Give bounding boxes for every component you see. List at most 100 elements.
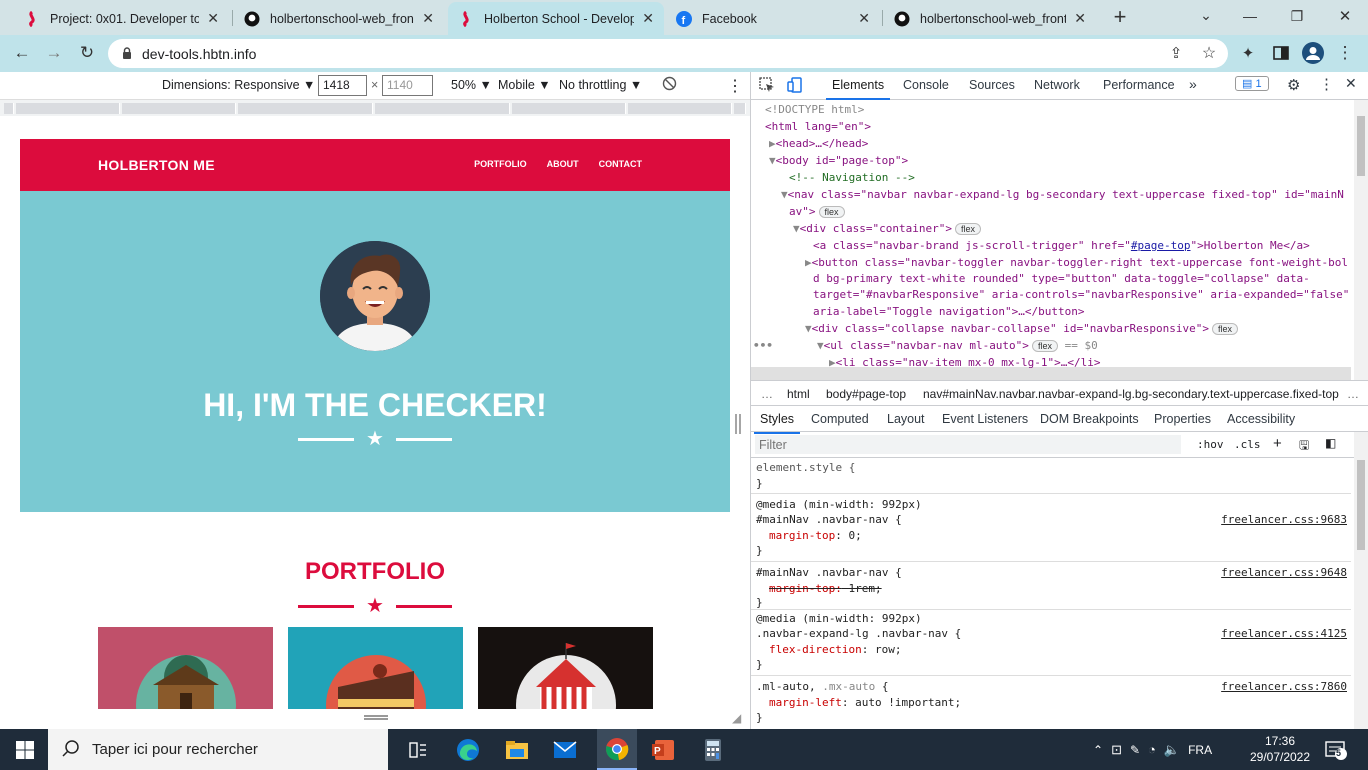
breadcrumb-html[interactable]: html (787, 387, 810, 401)
styles-scrollbar[interactable] (1354, 432, 1368, 729)
browser-tab-active[interactable]: Holberton School - Develope ✕ (448, 2, 664, 35)
tab-elements[interactable]: Elements (825, 78, 891, 100)
rule-selector[interactable]: .navbar-expand-lg .navbar-nav { (756, 627, 961, 640)
taskbar-clock[interactable]: 17:36 29/07/2022 (1248, 733, 1312, 765)
styles-filter-input[interactable] (755, 435, 1181, 454)
css-declaration[interactable]: margin-left: auto !important; (769, 696, 961, 709)
close-tab-icon[interactable]: ✕ (207, 10, 219, 27)
expand-arrow-icon[interactable]: ▶ (829, 356, 836, 369)
portfolio-item-cabin[interactable] (98, 627, 273, 709)
tab-sources[interactable]: Sources (969, 78, 1015, 92)
browser-tab[interactable]: f Facebook ✕ (666, 2, 880, 35)
css-declaration-overridden[interactable]: margin-top: 1rem; (769, 582, 882, 595)
browser-tab[interactable]: holbertonschool-web_front_e ✕ (234, 2, 444, 35)
network-status-icon[interactable]: ⊡ (1111, 742, 1122, 758)
bookmark-star-icon[interactable]: ☆ (1197, 41, 1221, 65)
dom-row-ellipsis[interactable]: ••• (753, 339, 773, 352)
throttling-select[interactable]: No throttling ▼ (559, 78, 642, 92)
tab-network[interactable]: Network (1034, 78, 1080, 92)
corner-resize-handle[interactable]: ◢ (732, 711, 741, 725)
dimensions-select[interactable]: Dimensions: Responsive ▼ (162, 78, 315, 92)
browser-tab[interactable]: Project: 0x01. Developer tool ✕ (14, 2, 229, 35)
inspect-element-icon[interactable] (759, 77, 775, 96)
dom-nav-node-cont[interactable]: av"> flex (789, 205, 845, 218)
subtab-dom-breakpoints[interactable]: DOM Breakpoints (1040, 412, 1139, 426)
extensions-icon[interactable]: ✦ (1236, 41, 1260, 65)
dom-nav-node[interactable]: ▼<nav class="navbar navbar-expand-lg bg-… (781, 188, 1344, 201)
flex-badge[interactable]: flex (1211, 323, 1238, 335)
expand-arrow-icon[interactable]: ▶ (769, 137, 776, 150)
browser-menu-icon[interactable]: ⋮ (1333, 41, 1357, 65)
subtab-event-listeners[interactable]: Event Listeners (942, 412, 1028, 426)
subtab-styles[interactable]: Styles (753, 412, 801, 434)
viewport-width-input[interactable]: 1418 (318, 75, 367, 96)
source-link[interactable]: freelancer.css:4125 (1221, 627, 1347, 640)
volume-icon[interactable]: 🔈 (1164, 742, 1180, 758)
subtab-layout[interactable]: Layout (887, 412, 925, 426)
new-rule-icon[interactable]: + (1273, 435, 1282, 452)
share-icon[interactable]: ⇪ (1164, 41, 1188, 65)
dom-container-node[interactable]: ▼<div class="container"> flex (793, 222, 981, 235)
dom-li-node[interactable]: ▶<li class="nav-item mx-0 mx-lg-1">…</li… (829, 356, 1101, 369)
css-declaration[interactable]: margin-top: 0; (769, 529, 862, 542)
device-toggle-icon[interactable] (787, 77, 803, 96)
collapse-arrow-icon[interactable]: ▼ (793, 222, 800, 235)
close-devtools-icon[interactable]: ✕ (1345, 75, 1357, 92)
site-brand-link[interactable]: HOLBERTON ME (98, 157, 215, 173)
breadcrumb-scroll-right[interactable]: … (1347, 387, 1359, 401)
close-window-icon[interactable]: ✕ (1333, 4, 1357, 28)
issues-badge[interactable]: ▤ 1 (1235, 76, 1269, 91)
close-tab-icon[interactable]: ✕ (642, 10, 654, 27)
calculator-icon[interactable] (699, 736, 727, 764)
task-view-icon[interactable] (404, 736, 432, 764)
chevron-up-icon[interactable]: ⌃ (1093, 743, 1103, 757)
rule-selector[interactable]: #mainNav .navbar-nav { (756, 513, 902, 526)
tab-search-icon[interactable]: ⌄ (1194, 3, 1218, 27)
breadcrumb-body[interactable]: body#page-top (826, 387, 906, 401)
dom-html-node[interactable]: <html lang="en"> (765, 120, 871, 133)
flex-badge[interactable]: flex (954, 223, 981, 235)
breadcrumb-scroll-left[interactable]: … (761, 387, 773, 401)
side-panel-icon[interactable] (1269, 41, 1293, 65)
close-tab-icon[interactable]: ✕ (422, 10, 434, 27)
office-app-icon[interactable]: P (649, 736, 677, 764)
close-tab-icon[interactable]: ✕ (1074, 10, 1086, 27)
restore-icon[interactable]: ❐ (1285, 4, 1309, 28)
bottom-resize-handle[interactable] (364, 715, 388, 720)
subtab-computed[interactable]: Computed (811, 412, 869, 426)
windows-start-icon[interactable] (11, 736, 39, 764)
portfolio-item-cake[interactable] (288, 627, 463, 709)
settings-gear-icon[interactable]: ⚙ (1287, 76, 1300, 94)
address-bar[interactable]: dev-tools.hbtn.info (108, 39, 1228, 68)
css-declaration[interactable]: flex-direction: row; (769, 643, 901, 656)
expand-arrow-icon[interactable]: ▶ (805, 256, 812, 269)
rule-selector[interactable]: #mainNav .navbar-nav { (756, 566, 902, 579)
subtab-accessibility[interactable]: Accessibility (1227, 412, 1295, 426)
profile-avatar-icon[interactable] (1301, 41, 1325, 65)
back-icon[interactable]: ← (10, 41, 34, 65)
collapse-arrow-icon[interactable]: ▼ (769, 154, 776, 167)
browser-tab[interactable]: holbertonschool-web_front_e ✕ (884, 2, 1096, 35)
dom-button-node[interactable]: ▶<button class="navbar-toggler navbar-to… (805, 256, 1348, 269)
rule-selector[interactable]: .ml-auto, .mx-auto { (756, 680, 888, 693)
devtools-menu-icon[interactable]: ⋮ (1319, 75, 1334, 93)
language-indicator[interactable]: FRA (1188, 743, 1212, 757)
source-link[interactable]: freelancer.css:9648 (1221, 566, 1347, 579)
dom-scrollbar[interactable] (1354, 100, 1368, 380)
collapse-arrow-icon[interactable]: ▼ (817, 339, 824, 352)
rule-selector[interactable]: element.style { (756, 461, 855, 474)
minimize-icon[interactable]: — (1238, 4, 1262, 28)
nav-link-portfolio[interactable]: PORTFOLIO (474, 159, 527, 169)
notifications-icon[interactable]: 5 (1322, 736, 1350, 764)
device-type-select[interactable]: Mobile ▼ (498, 78, 551, 92)
dom-button-line[interactable]: d bg-primary text-white rounded" type="b… (813, 272, 1310, 285)
new-tab-button[interactable]: + (1108, 4, 1132, 29)
rotate-icon[interactable] (662, 76, 677, 94)
device-menu-icon[interactable]: ⋮ (727, 76, 743, 96)
mail-icon[interactable] (551, 736, 579, 764)
wifi-icon[interactable]: ◔ (1148, 742, 1156, 757)
forward-icon[interactable]: → (42, 41, 66, 65)
taskbar-search-box[interactable]: Taper ici pour rechercher (48, 729, 388, 770)
dom-button-line[interactable]: target="#navbarResponsive" aria-controls… (813, 288, 1349, 301)
source-link[interactable]: freelancer.css:7860 (1221, 680, 1347, 693)
